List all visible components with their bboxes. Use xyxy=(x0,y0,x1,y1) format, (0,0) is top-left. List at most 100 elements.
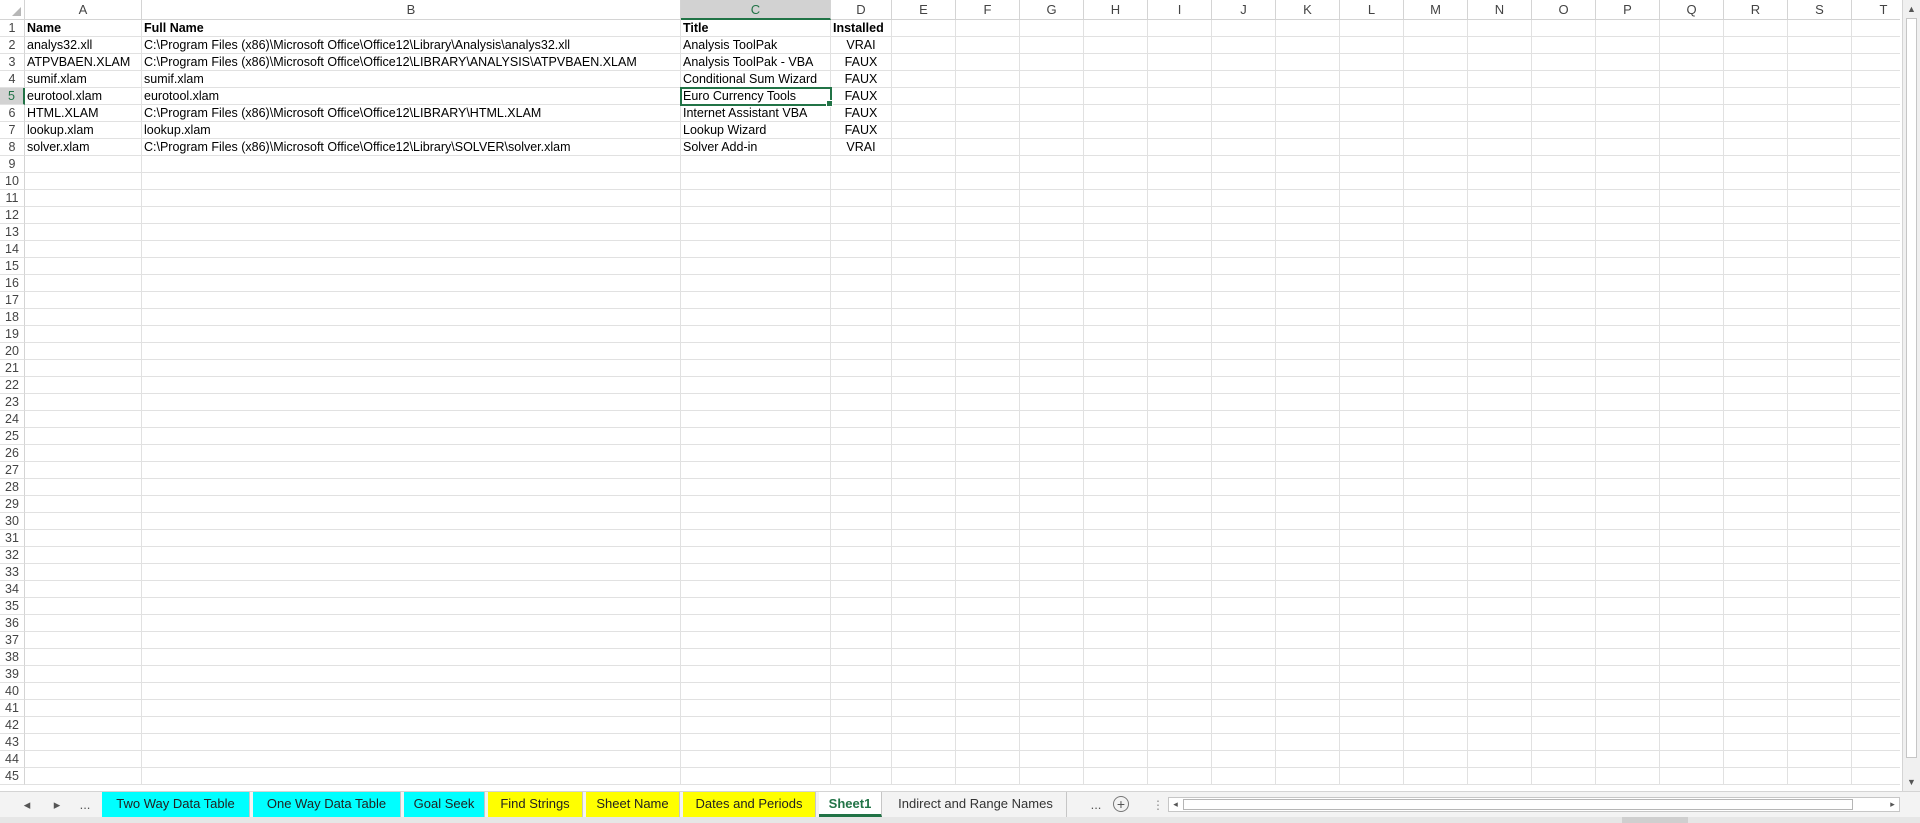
empty-cell[interactable] xyxy=(142,666,681,683)
empty-cell[interactable] xyxy=(25,360,142,377)
empty-cell[interactable] xyxy=(1660,20,1724,37)
row-header-7[interactable]: 7 xyxy=(0,122,25,139)
empty-cell[interactable] xyxy=(1212,207,1276,224)
column-header-k[interactable]: K xyxy=(1276,0,1340,20)
empty-cell[interactable] xyxy=(892,530,956,547)
empty-cell[interactable] xyxy=(956,666,1020,683)
empty-cell[interactable] xyxy=(1724,445,1788,462)
empty-cell[interactable] xyxy=(956,37,1020,54)
empty-cell[interactable] xyxy=(892,513,956,530)
empty-cell[interactable] xyxy=(956,139,1020,156)
tab-sheet1[interactable]: Sheet1 xyxy=(819,792,882,817)
empty-cell[interactable] xyxy=(892,105,956,122)
tab-two-way-data-table[interactable]: Two Way Data Table xyxy=(102,792,250,817)
cell-full-name[interactable]: eurotool.xlam xyxy=(142,88,681,105)
empty-cell[interactable] xyxy=(1276,615,1340,632)
empty-cell[interactable] xyxy=(1532,258,1596,275)
row-header-38[interactable]: 38 xyxy=(0,649,25,666)
empty-cell[interactable] xyxy=(1404,241,1468,258)
empty-cell[interactable] xyxy=(1020,275,1084,292)
empty-cell[interactable] xyxy=(1404,496,1468,513)
empty-cell[interactable] xyxy=(681,173,831,190)
empty-cell[interactable] xyxy=(956,377,1020,394)
empty-cell[interactable] xyxy=(1404,547,1468,564)
empty-cell[interactable] xyxy=(1660,411,1724,428)
empty-cell[interactable] xyxy=(1852,615,1900,632)
empty-cell[interactable] xyxy=(1148,700,1212,717)
empty-cell[interactable] xyxy=(1276,496,1340,513)
empty-cell[interactable] xyxy=(1788,377,1852,394)
row-header-3[interactable]: 3 xyxy=(0,54,25,71)
empty-cell[interactable] xyxy=(1724,241,1788,258)
empty-cell[interactable] xyxy=(1404,717,1468,734)
empty-cell[interactable] xyxy=(892,649,956,666)
empty-cell[interactable] xyxy=(142,581,681,598)
empty-cell[interactable] xyxy=(1212,734,1276,751)
cell-title[interactable]: Analysis ToolPak xyxy=(681,37,831,54)
cell-installed[interactable]: VRAI xyxy=(831,37,892,54)
empty-cell[interactable] xyxy=(1340,564,1404,581)
empty-cell[interactable] xyxy=(1084,513,1148,530)
empty-cell[interactable] xyxy=(831,156,892,173)
empty-cell[interactable] xyxy=(1340,666,1404,683)
empty-cell[interactable] xyxy=(892,411,956,428)
empty-cell[interactable] xyxy=(1148,292,1212,309)
empty-cell[interactable] xyxy=(1596,292,1660,309)
empty-cell[interactable] xyxy=(1532,683,1596,700)
empty-cell[interactable] xyxy=(1788,292,1852,309)
empty-cell[interactable] xyxy=(1852,445,1900,462)
empty-cell[interactable] xyxy=(1212,377,1276,394)
empty-cell[interactable] xyxy=(1468,768,1532,785)
column-header-t[interactable]: T xyxy=(1852,0,1900,20)
scroll-left-icon[interactable]: ◂ xyxy=(1169,798,1182,811)
empty-cell[interactable] xyxy=(1148,683,1212,700)
empty-cell[interactable] xyxy=(1852,564,1900,581)
empty-cell[interactable] xyxy=(1020,54,1084,71)
empty-cell[interactable] xyxy=(892,275,956,292)
empty-cell[interactable] xyxy=(681,496,831,513)
empty-cell[interactable] xyxy=(1532,615,1596,632)
empty-cell[interactable] xyxy=(1404,615,1468,632)
empty-cell[interactable] xyxy=(1340,632,1404,649)
empty-cell[interactable] xyxy=(831,598,892,615)
column-header-m[interactable]: M xyxy=(1404,0,1468,20)
empty-cell[interactable] xyxy=(1148,462,1212,479)
column-header-q[interactable]: Q xyxy=(1660,0,1724,20)
empty-cell[interactable] xyxy=(1340,224,1404,241)
empty-cell[interactable] xyxy=(1852,666,1900,683)
empty-cell[interactable] xyxy=(1724,479,1788,496)
row-header-35[interactable]: 35 xyxy=(0,598,25,615)
tab-indirect-and-range-names[interactable]: Indirect and Range Names xyxy=(885,792,1067,817)
empty-cell[interactable] xyxy=(1468,343,1532,360)
empty-cell[interactable] xyxy=(1852,105,1900,122)
empty-cell[interactable] xyxy=(1020,683,1084,700)
empty-cell[interactable] xyxy=(1532,241,1596,258)
empty-cell[interactable] xyxy=(1596,343,1660,360)
cell-installed[interactable]: FAUX xyxy=(831,105,892,122)
empty-cell[interactable] xyxy=(1852,241,1900,258)
cell-title[interactable]: Internet Assistant VBA xyxy=(681,105,831,122)
empty-cell[interactable] xyxy=(956,598,1020,615)
row-header-45[interactable]: 45 xyxy=(0,768,25,785)
empty-cell[interactable] xyxy=(1852,683,1900,700)
empty-cell[interactable] xyxy=(1340,700,1404,717)
empty-cell[interactable] xyxy=(25,326,142,343)
empty-cell[interactable] xyxy=(1596,598,1660,615)
empty-cell[interactable] xyxy=(25,751,142,768)
empty-cell[interactable] xyxy=(1276,411,1340,428)
empty-cell[interactable] xyxy=(1596,105,1660,122)
empty-cell[interactable] xyxy=(831,394,892,411)
row-header-23[interactable]: 23 xyxy=(0,394,25,411)
empty-cell[interactable] xyxy=(1852,275,1900,292)
row-header-2[interactable]: 2 xyxy=(0,37,25,54)
empty-cell[interactable] xyxy=(1084,309,1148,326)
empty-cell[interactable] xyxy=(1404,122,1468,139)
empty-cell[interactable] xyxy=(1852,71,1900,88)
empty-cell[interactable] xyxy=(1404,734,1468,751)
empty-cell[interactable] xyxy=(142,326,681,343)
empty-cell[interactable] xyxy=(1340,734,1404,751)
empty-cell[interactable] xyxy=(1724,173,1788,190)
empty-cell[interactable] xyxy=(1148,37,1212,54)
empty-cell[interactable] xyxy=(681,377,831,394)
empty-cell[interactable] xyxy=(1660,190,1724,207)
